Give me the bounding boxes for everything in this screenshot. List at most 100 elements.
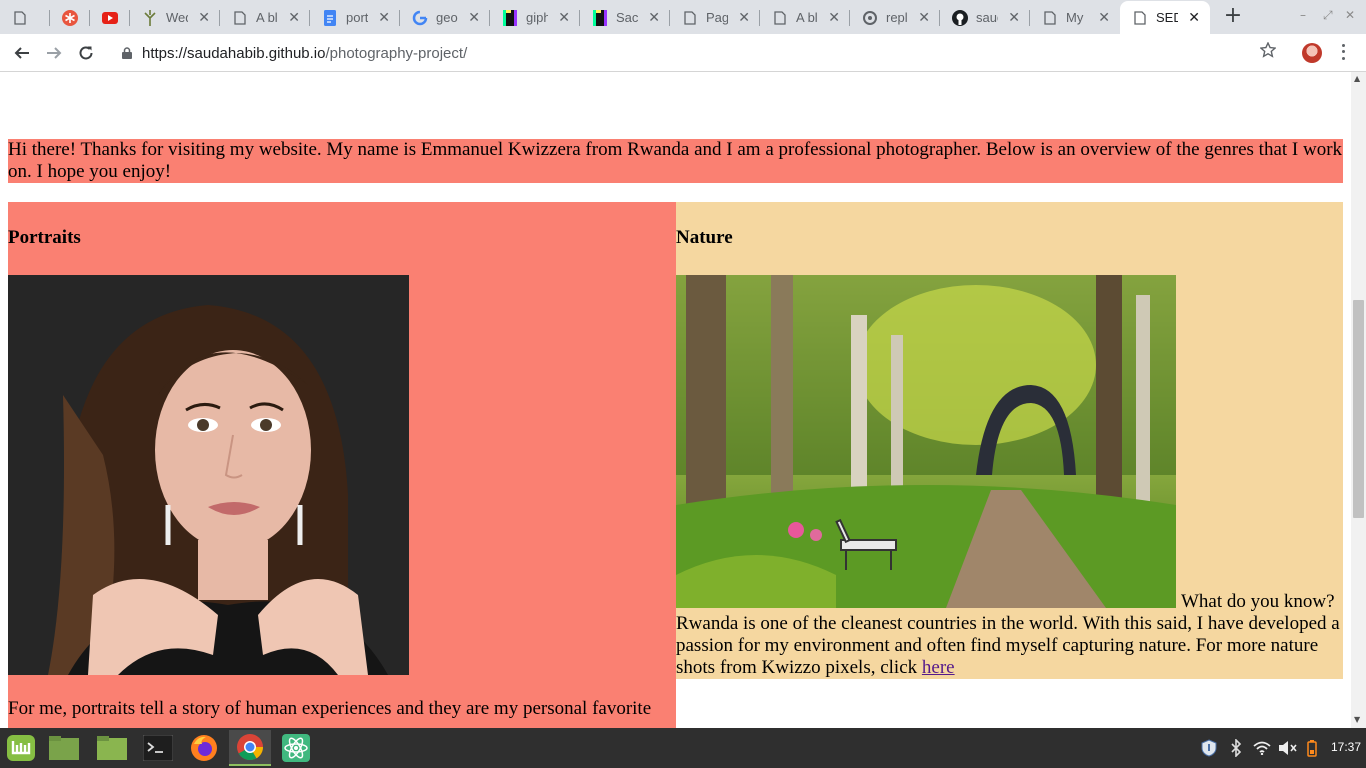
tab-repl[interactable]: repl ✕ bbox=[850, 1, 940, 34]
scrollbar-thumb[interactable] bbox=[1353, 300, 1364, 518]
tab-title: Sacr bbox=[616, 10, 638, 25]
nature-more-link[interactable]: here bbox=[922, 657, 955, 678]
close-icon[interactable]: ✕ bbox=[1098, 9, 1110, 25]
docs-icon bbox=[322, 9, 338, 26]
close-icon[interactable]: ✕ bbox=[828, 9, 840, 25]
reload-icon bbox=[79, 46, 93, 60]
firefox-icon bbox=[191, 735, 217, 761]
page-icon bbox=[682, 10, 698, 26]
close-icon[interactable]: ✕ bbox=[288, 9, 300, 25]
portrait-photo bbox=[8, 275, 409, 675]
files-icon bbox=[49, 736, 79, 760]
close-window-icon[interactable]: ✕ bbox=[1345, 8, 1355, 22]
tab-a-blo-1[interactable]: A blo ✕ bbox=[220, 1, 310, 34]
nature-photo bbox=[676, 275, 1176, 608]
terminal-button[interactable] bbox=[137, 730, 179, 766]
tab-sacr[interactable]: Sacr ✕ bbox=[580, 1, 670, 34]
page-icon bbox=[232, 10, 248, 26]
reload-button[interactable] bbox=[74, 41, 98, 65]
close-icon[interactable]: ✕ bbox=[558, 9, 570, 25]
close-icon[interactable]: ✕ bbox=[378, 9, 390, 25]
folder-button[interactable] bbox=[91, 730, 133, 766]
page-icon bbox=[1042, 10, 1058, 26]
tab-wed[interactable]: Wed ✕ bbox=[130, 1, 220, 34]
page-viewport: Hi there! Thanks for visiting my website… bbox=[0, 72, 1351, 728]
os-taskbar: 17:37 bbox=[0, 728, 1366, 768]
forward-button[interactable] bbox=[42, 41, 66, 65]
arrow-left-icon bbox=[14, 47, 29, 59]
close-icon[interactable]: ✕ bbox=[918, 9, 930, 25]
battery-icon[interactable] bbox=[1305, 739, 1319, 757]
tab-portf[interactable]: portf ✕ bbox=[310, 1, 400, 34]
url-host: https://saudahabib.github.io bbox=[142, 44, 326, 62]
browser-toolbar: https://saudahabib.github.io/photography… bbox=[0, 34, 1366, 72]
profile-avatar[interactable] bbox=[1302, 43, 1322, 63]
wifi-icon[interactable] bbox=[1253, 739, 1271, 757]
scroll-up-arrow-icon[interactable]: ▲ bbox=[1354, 74, 1360, 83]
scroll-down-arrow-icon[interactable]: ▼ bbox=[1354, 715, 1360, 724]
maximize-icon[interactable]: ⤢ bbox=[1323, 8, 1333, 23]
asterisk-icon bbox=[62, 9, 78, 26]
tab-title: giph bbox=[526, 10, 548, 25]
url-path: /photography-project/ bbox=[325, 44, 468, 62]
atom-button[interactable] bbox=[275, 730, 317, 766]
atom-icon bbox=[282, 734, 310, 762]
shield-icon[interactable] bbox=[1200, 739, 1218, 757]
firefox-button[interactable] bbox=[183, 730, 225, 766]
github-icon bbox=[952, 9, 968, 26]
tab-page[interactable]: Page ✕ bbox=[670, 1, 760, 34]
new-tab-button[interactable]: + bbox=[1221, 5, 1245, 29]
bookmark-star-icon[interactable] bbox=[1259, 41, 1277, 62]
tab-title: portf bbox=[346, 10, 368, 25]
tab-title: geor bbox=[436, 10, 458, 25]
minimize-icon[interactable]: – bbox=[1300, 8, 1306, 22]
back-button[interactable] bbox=[10, 41, 34, 65]
tab-saud[interactable]: saud ✕ bbox=[940, 1, 1030, 34]
chrome-button[interactable] bbox=[229, 730, 271, 766]
tab-title: saud bbox=[976, 10, 998, 25]
files-button[interactable] bbox=[43, 730, 85, 766]
clock[interactable]: 17:37 bbox=[1331, 740, 1361, 754]
url-text: https://saudahabib.github.io/photography… bbox=[142, 45, 467, 62]
tab-page-1[interactable] bbox=[0, 1, 50, 34]
close-icon[interactable]: ✕ bbox=[198, 9, 210, 25]
page-scrollbar[interactable]: ▲ ▼ bbox=[1351, 72, 1366, 728]
intro-paragraph: Hi there! Thanks for visiting my website… bbox=[8, 139, 1343, 183]
terminal-icon bbox=[143, 735, 173, 761]
close-icon[interactable]: ✕ bbox=[1008, 9, 1020, 25]
mint-menu-button[interactable] bbox=[0, 730, 42, 766]
portraits-body: For me, portraits tell a story of human … bbox=[8, 698, 652, 719]
replit-icon bbox=[862, 10, 878, 26]
browser-menu-icon[interactable] bbox=[1338, 42, 1348, 62]
close-icon[interactable]: ✕ bbox=[738, 9, 750, 25]
nature-heading: Nature bbox=[676, 227, 733, 248]
page-icon bbox=[772, 10, 788, 26]
page-icon bbox=[1132, 10, 1148, 26]
tab-giph[interactable]: giph ✕ bbox=[490, 1, 580, 34]
tab-asterisk[interactable] bbox=[50, 1, 90, 34]
volume-icon[interactable] bbox=[1278, 739, 1298, 757]
tab-strip: Wed ✕ A blo ✕ portf ✕ geor ✕ giph ✕ Sacr… bbox=[0, 0, 1366, 34]
portraits-heading: Portraits bbox=[8, 227, 81, 248]
tab-youtube[interactable] bbox=[90, 1, 130, 34]
bluetooth-icon[interactable] bbox=[1228, 739, 1244, 757]
close-icon[interactable]: ✕ bbox=[648, 9, 660, 25]
address-bar[interactable]: https://saudahabib.github.io/photography… bbox=[106, 38, 1294, 68]
tab-title: repl bbox=[886, 10, 908, 25]
close-icon[interactable]: ✕ bbox=[1188, 9, 1200, 25]
close-icon[interactable]: ✕ bbox=[468, 9, 480, 25]
giphy-icon bbox=[502, 9, 518, 26]
tab-my-p[interactable]: My P ✕ bbox=[1030, 1, 1120, 34]
tab-a-blo-2[interactable]: A blo ✕ bbox=[760, 1, 850, 34]
lock-icon bbox=[120, 46, 134, 60]
tab-geor[interactable]: geor ✕ bbox=[400, 1, 490, 34]
tab-sed-active[interactable]: SED ✕ bbox=[1120, 1, 1210, 34]
tab-title: Page bbox=[706, 10, 728, 25]
page-icon bbox=[12, 10, 28, 26]
nature-section: Nature What do you know? Rwanda is one o… bbox=[676, 202, 1343, 679]
tree-icon bbox=[142, 9, 158, 26]
mint-menu-icon bbox=[7, 735, 35, 761]
chrome-icon bbox=[237, 734, 264, 761]
folder-icon bbox=[97, 736, 127, 760]
tab-title: A blo bbox=[796, 10, 818, 25]
